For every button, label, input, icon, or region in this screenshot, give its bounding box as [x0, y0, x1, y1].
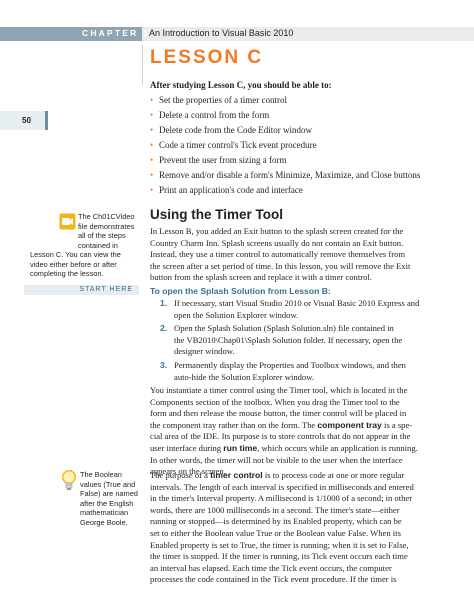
bullet-icon: • [150, 140, 154, 150]
objective-item: • Set the properties of a timer control [150, 93, 420, 108]
page-number: 50 [22, 116, 31, 125]
book-title: An Introduction to Visual Basic 2010 [149, 28, 294, 38]
procedure-heading: To open the Splash Solution from Lesson … [150, 286, 331, 296]
bullet-icon: • [150, 125, 154, 135]
term-component-tray: component tray [317, 419, 382, 430]
objective-item: • Remove and/or disable a form's Minimize… [150, 168, 420, 183]
objective-item: • Delete a control from the form [150, 108, 420, 123]
bullet-icon: • [150, 185, 154, 195]
bullet-icon: • [150, 110, 154, 120]
timer-control-paragraph: The purpose of a timer control is to pro… [150, 470, 414, 585]
objective-item: • Prevent the user from sizing a form [150, 153, 420, 168]
objective-item: • Delete code from the Code Editor window [150, 123, 420, 138]
objective-item: • Print an application's code and interfa… [150, 183, 420, 198]
start-here-marker: START HERE [24, 285, 139, 295]
step-item: 2. Open the Splash Solution (Splash Solu… [160, 323, 403, 357]
bullet-icon: • [150, 155, 154, 165]
boolean-note: The Boolean values (True and False) are … [80, 470, 138, 527]
objectives-heading: After studying Lesson C, you should be a… [150, 80, 332, 90]
section-heading: Using the Timer Tool [150, 207, 284, 222]
bullet-icon: • [150, 95, 154, 105]
objectives-list: • Set the properties of a timer control •… [150, 93, 420, 198]
term-timer-control: timer control [210, 470, 263, 480]
page-tab-edge [45, 111, 48, 130]
term-run-time: run time [223, 442, 258, 453]
lesson-title: LESSON C [150, 47, 264, 68]
divider-line [142, 45, 143, 85]
lightbulb-icon [62, 470, 76, 490]
component-tray-paragraph: You instantiate a timer control using th… [150, 385, 418, 477]
chapter-label: CHAPTER 1 [82, 28, 150, 38]
video-icon [59, 213, 76, 230]
objective-item: • Code a timer control's Tick event proce… [150, 138, 420, 153]
step-item: 1. If necessary, start Visual Studio 201… [160, 298, 420, 320]
bullet-icon: • [150, 170, 154, 180]
step-item: 3. Permanently display the Properties an… [160, 360, 406, 382]
video-note-top: The Ch01CVideo file demonstrates all of … [78, 212, 135, 250]
intro-paragraph: In Lesson B, you added an Exit button to… [150, 226, 411, 283]
video-note-bottom: Lesson C. You can view the video either … [30, 250, 121, 279]
